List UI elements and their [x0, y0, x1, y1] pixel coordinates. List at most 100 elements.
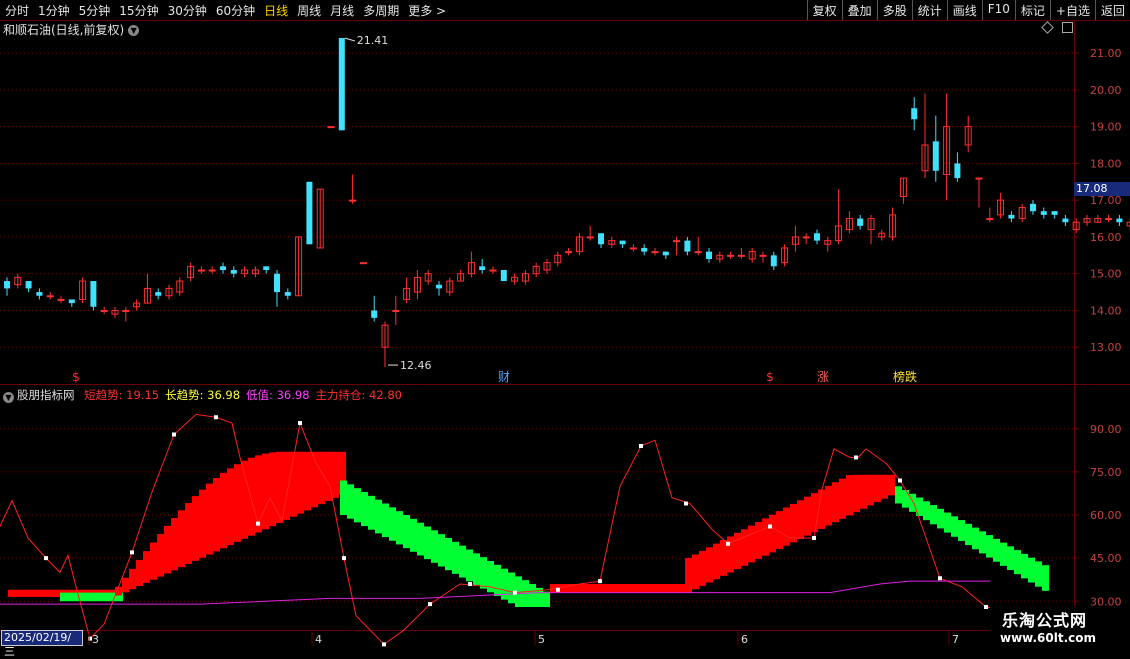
bear-band [340, 480, 347, 515]
bull-band [578, 584, 585, 593]
bear-band [417, 522, 424, 556]
candle-body-up [727, 254, 735, 257]
low-label: 12.46 [400, 359, 432, 372]
candle-body-down [1030, 203, 1036, 212]
candle-body-up [122, 309, 130, 312]
candle-body-down [814, 233, 820, 241]
bull-band [853, 474, 860, 513]
bear-band [424, 526, 431, 560]
candle-body-down [25, 281, 32, 289]
candle-body-down [68, 299, 75, 304]
bear-band [480, 557, 487, 589]
bull-band [648, 584, 655, 593]
bull-band [150, 542, 157, 580]
candle-body-down [1008, 214, 1015, 219]
bull-band [171, 517, 178, 571]
candle-body-down [274, 273, 280, 293]
bull-band [129, 568, 136, 590]
bull-band [881, 474, 888, 499]
bull-band [213, 477, 220, 552]
bull-band [297, 451, 304, 514]
signal-dot [639, 444, 643, 448]
signal-dot [513, 590, 517, 595]
candle-body-down [932, 141, 939, 171]
candle-body-down [500, 270, 507, 282]
bull-band [592, 584, 599, 593]
candle-body-up [975, 177, 983, 180]
indicator-value: 短趋势: 19.15 [84, 388, 160, 402]
bear-band [375, 499, 382, 534]
signal-dot [898, 478, 902, 483]
bull-band [874, 474, 881, 503]
candle-body-up [489, 269, 497, 272]
event-marker: 财 [498, 370, 510, 384]
bull-band [720, 540, 727, 576]
candle-body-up [737, 254, 745, 257]
bull-band [22, 589, 29, 597]
candle-body-up [359, 262, 367, 265]
event-marker: 涨 [817, 369, 829, 384]
high-label: 21.41 [357, 34, 389, 47]
signal-dot [172, 432, 176, 437]
candle-body-down [1116, 218, 1123, 223]
candle-body-down [306, 181, 313, 245]
candle-body-down [662, 251, 669, 256]
bull-band [755, 521, 762, 560]
chevron-down-icon[interactable]: ▼ [3, 392, 14, 403]
price-tick-label: 16.00 [1090, 231, 1122, 244]
candle-body-down [220, 266, 226, 271]
bear-band [986, 535, 993, 558]
bear-band [937, 508, 944, 529]
chart-canvas[interactable]: 21.00 20.00 19.00 18.00 17.00 16.00 15.00 14.00… [0, 0, 1130, 650]
candle-body-down [857, 218, 864, 226]
bear-band [930, 505, 937, 525]
bull-band [234, 464, 241, 542]
signal-dot [468, 582, 472, 586]
bear-band [354, 488, 361, 523]
bear-band [466, 549, 473, 582]
candle-body-up [197, 269, 205, 272]
candle-body-down [1051, 211, 1058, 215]
bull-band [269, 452, 276, 527]
candle-body-up [46, 295, 54, 298]
bull-band [276, 451, 283, 524]
signal-dot [44, 556, 48, 561]
bull-band [825, 485, 832, 526]
candle-body-up [1105, 218, 1113, 221]
bear-band [368, 495, 375, 530]
candle-body-up [327, 126, 335, 129]
candle-body-down [371, 310, 378, 318]
bull-band [29, 589, 36, 597]
event-marker: $ [72, 370, 80, 384]
candle-body-down [230, 270, 237, 274]
bear-band [60, 592, 67, 602]
bull-band [185, 503, 192, 564]
signal-dot [382, 642, 386, 647]
bull-band [734, 532, 741, 570]
candle-body-down [619, 240, 626, 245]
bull-band [332, 451, 339, 498]
candle-body-down [436, 284, 442, 289]
bull-band [741, 529, 748, 566]
candle-body-down [1040, 211, 1047, 215]
bull-band [832, 482, 839, 523]
bear-band [473, 553, 480, 585]
candle-body-down [1062, 218, 1069, 223]
bear-band [1007, 546, 1014, 571]
bull-band [15, 589, 22, 597]
bull-band [627, 584, 634, 593]
bull-band [748, 525, 755, 563]
candle-body-up [802, 236, 810, 239]
candle-body-down [911, 108, 918, 120]
candle-body-up [651, 251, 659, 254]
bear-band [361, 492, 368, 527]
bull-band [839, 478, 846, 519]
bear-band [88, 592, 95, 602]
candle-body-up [392, 309, 400, 312]
bull-band [248, 457, 255, 536]
signal-dot [984, 605, 988, 609]
bull-band [804, 496, 811, 536]
signal-dot [938, 576, 942, 581]
bull-band [769, 514, 776, 553]
bear-band [1042, 565, 1049, 591]
